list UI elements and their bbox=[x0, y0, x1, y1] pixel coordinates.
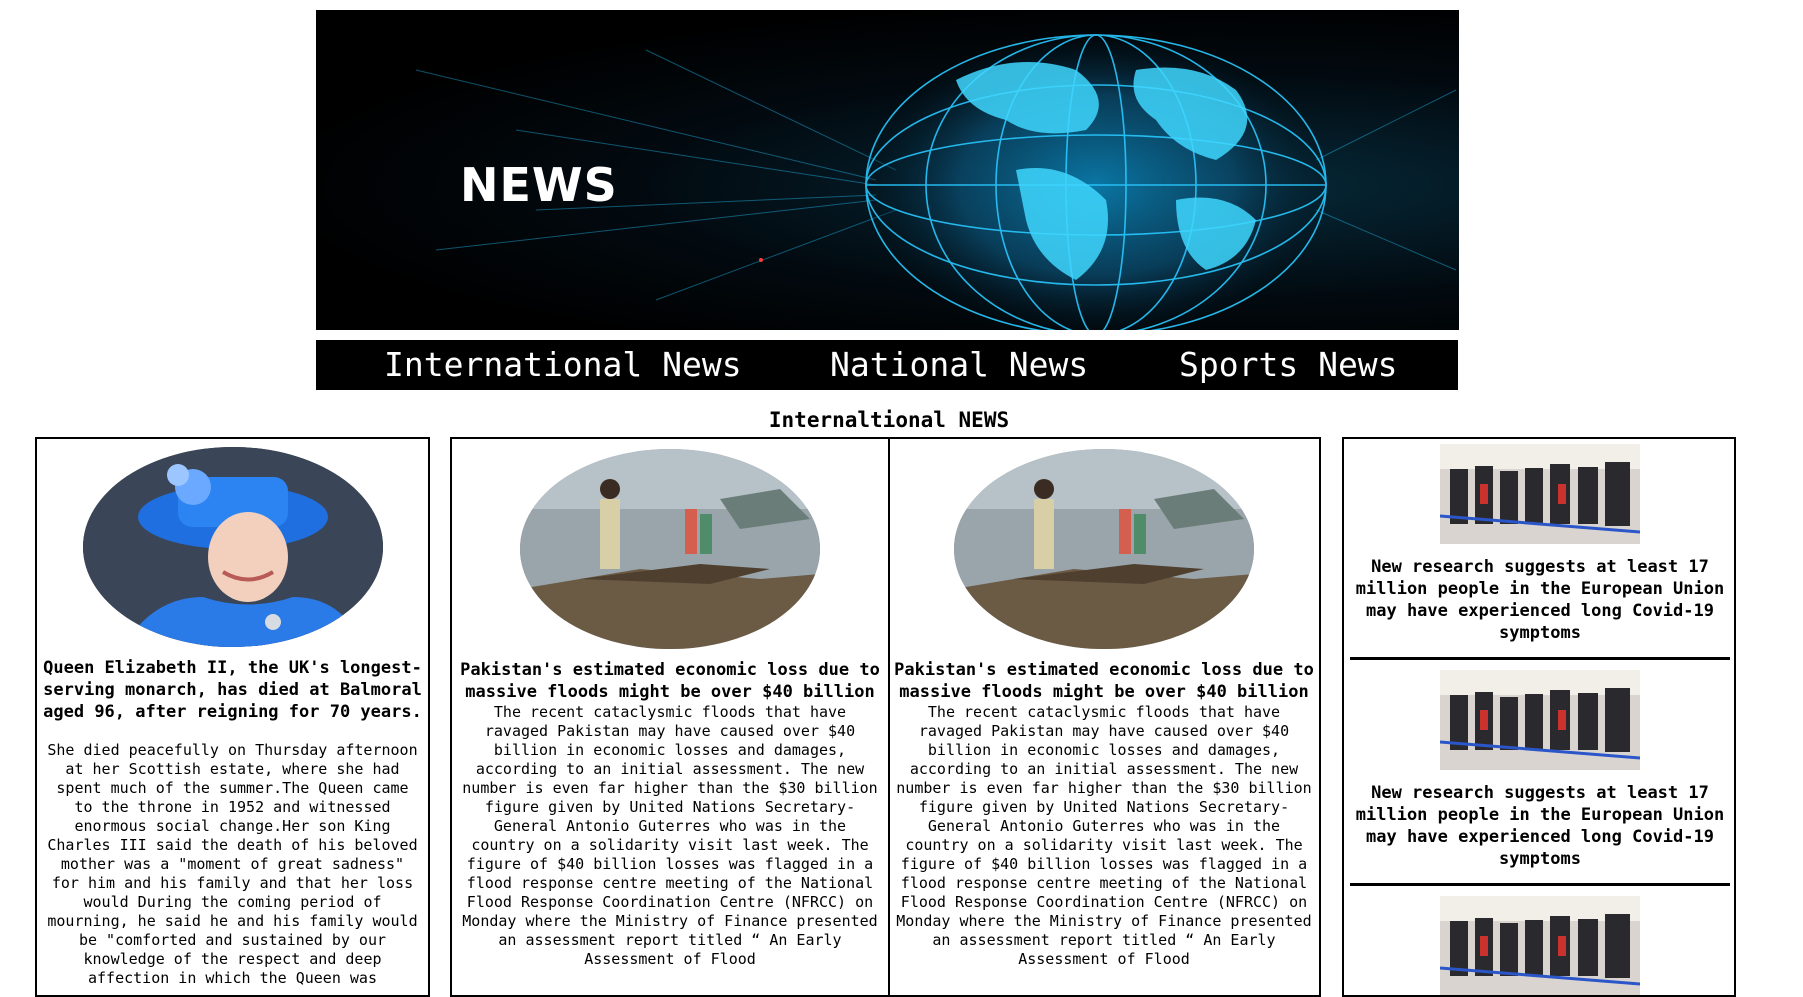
middle-articles-panel: Pakistan's estimated economic loss due t… bbox=[450, 437, 1321, 997]
flood-article-2: Pakistan's estimated economic loss due t… bbox=[894, 439, 1314, 969]
article-body: She died peacefully on Thursday afternoo… bbox=[47, 741, 418, 987]
column-divider bbox=[888, 439, 890, 995]
article-headline: Queen Elizabeth II, the UK's longest-ser… bbox=[43, 658, 422, 722]
article-headline: Pakistan's estimated economic loss due t… bbox=[460, 660, 880, 702]
airport-queue-photo bbox=[1440, 444, 1640, 544]
side-story-3 bbox=[1350, 891, 1730, 995]
banner-title: NEWS bbox=[460, 158, 618, 212]
airport-queue-photo bbox=[1440, 670, 1640, 770]
left-article-panel: Queen Elizabeth II, the UK's longest-ser… bbox=[35, 437, 430, 997]
side-stories-panel: New research suggests at least 17 millio… bbox=[1342, 437, 1736, 997]
news-banner: NEWS bbox=[316, 10, 1459, 330]
flood-photo bbox=[954, 449, 1254, 649]
section-heading: Internaltional NEWS bbox=[768, 408, 1010, 432]
nav-sports-news[interactable]: Sports News bbox=[1179, 340, 1398, 390]
queen-article: Queen Elizabeth II, the UK's longest-ser… bbox=[43, 439, 422, 988]
side-story-headline: New research suggests at least 17 millio… bbox=[1355, 783, 1725, 869]
airport-queue-photo bbox=[1440, 896, 1640, 995]
flood-photo bbox=[520, 449, 820, 649]
side-story-headline: New research suggests at least 17 millio… bbox=[1355, 557, 1725, 643]
article-body: The recent cataclysmic floods that have … bbox=[462, 703, 878, 968]
nav-national-news[interactable]: National News bbox=[830, 340, 1088, 390]
article-headline: Pakistan's estimated economic loss due t… bbox=[894, 660, 1314, 702]
nav-international-news[interactable]: International News bbox=[384, 340, 742, 390]
flood-article-1: Pakistan's estimated economic loss due t… bbox=[460, 439, 880, 969]
main-nav: International News National News Sports … bbox=[316, 340, 1458, 390]
queen-photo bbox=[82, 447, 383, 647]
article-body: The recent cataclysmic floods that have … bbox=[896, 703, 1312, 968]
side-story-1: New research suggests at least 17 millio… bbox=[1350, 439, 1730, 644]
story-divider bbox=[1350, 657, 1730, 660]
side-story-2: New research suggests at least 17 millio… bbox=[1350, 665, 1730, 870]
story-divider bbox=[1350, 883, 1730, 886]
